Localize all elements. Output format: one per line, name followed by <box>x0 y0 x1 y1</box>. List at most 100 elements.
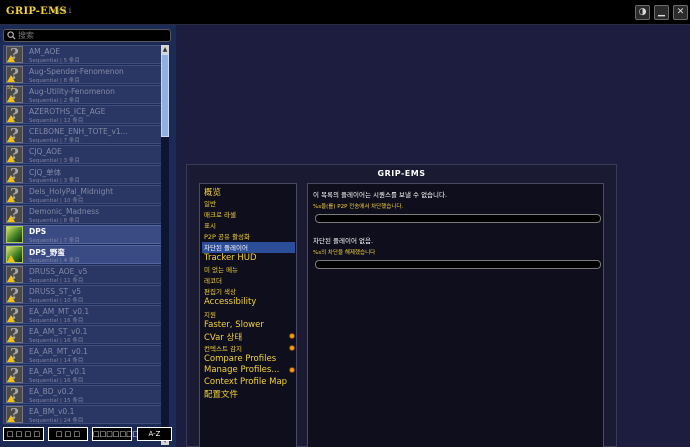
nav-item[interactable]: 미 었는 메뉴 <box>202 264 295 275</box>
nav-item[interactable]: 레코더 <box>202 275 295 286</box>
sequence-panel: AM_AOESequential | 5 条目Aug-Spender-Fenom… <box>0 25 176 447</box>
nav-item[interactable]: 概览 <box>202 186 295 198</box>
sequence-item[interactable]: Demonic_Madness Sequential | 8 条目 <box>3 205 163 224</box>
nav-item-label: 컨텍스트 감지 <box>204 344 242 353</box>
question-mark-icon <box>6 185 23 203</box>
sequence-name: EA_AR_ST_v0.1 <box>29 367 87 376</box>
blocked-status: 차단된 플레이어 없음. <box>313 237 374 245</box>
sequence-name: Demonic_Madness <box>29 207 100 216</box>
sequence-meta: Sequential | 12 条目 <box>29 118 84 124</box>
sequence-meta: Sequential | 15 条目 <box>29 398 84 404</box>
question-mark-icon <box>6 305 23 323</box>
sequence-meta: Sequential | 2 条目 <box>29 98 80 104</box>
bottom-button-1[interactable]: □ □ □ □ <box>3 427 44 441</box>
nav-item[interactable]: Context Profile Map <box>202 377 295 389</box>
minimize-icon: ▁ <box>658 7 665 17</box>
sequence-list[interactable]: AM_AOESequential | 5 条目Aug-Spender-Fenom… <box>3 45 163 445</box>
nav-item[interactable]: 편집기 색상 <box>202 286 295 297</box>
sequence-item[interactable]: CJQ_单体Sequential | 3 条目 <box>3 165 163 184</box>
nav-item[interactable]: 配置文件 <box>202 388 295 400</box>
nav-item[interactable]: 차단된 플레이어 <box>202 241 295 253</box>
nav-item[interactable]: 지원 <box>202 309 295 320</box>
nav-item[interactable]: 매크로 라셀 <box>202 209 295 220</box>
sequence-item[interactable]: EA_AR_ST_v0.1 Sequential | 16 条目 <box>3 365 163 384</box>
sequence-item[interactable]: CELBONE_ENH_TOTE_v1... Sequential | 7 条目 <box>3 125 163 144</box>
sequence-item[interactable]: Aug-Spender-Fenomenon Sequential | 8 条目 <box>3 65 163 84</box>
sequence-item[interactable]: 53 Aug-Utility-Fenomenon Sequential | 2 条目 <box>3 85 163 104</box>
sequence-meta: Sequential | 7 条目 <box>29 238 80 244</box>
sequence-meta: Sequential | 11 条目 <box>29 278 84 284</box>
nav-item[interactable]: Manage Profiles... <box>202 365 295 377</box>
nav-item-label: 配置文件 <box>204 390 239 400</box>
sequence-item[interactable]: AZEROTHS_ICE_AGE Sequential | 12 条目 <box>3 105 163 124</box>
sequence-item[interactable]: DPS_野蛮 Sequential | 4 条目 <box>3 245 163 264</box>
sequence-badge: 53 <box>7 85 14 91</box>
nav-item-label: Tracker HUD <box>204 252 257 263</box>
spell-icon <box>6 246 23 263</box>
nav-item-label: 편집기 색상 <box>204 288 236 296</box>
sequence-meta: Sequential | 10 条目 <box>29 298 84 304</box>
bottom-button-2[interactable]: □ □ □ <box>48 427 88 441</box>
sequence-item[interactable]: EA_BD_v0.2 Sequential | 15 条目 <box>3 385 163 404</box>
sequence-item[interactable]: EA_AM_MT_v0.1 Sequential | 16 条目 <box>3 305 163 324</box>
question-mark-icon <box>6 285 23 303</box>
question-mark-icon <box>6 325 23 343</box>
sequence-item[interactable]: CJQ_AOE Sequential | 3 条目 <box>3 145 163 164</box>
sequence-item[interactable]: DRUSS_ST_v5 Sequential | 10 条目 <box>3 285 163 304</box>
nav-item[interactable]: 일반 <box>202 198 295 209</box>
options-dialog: GRIP-EMS 概览 일반 매크로 라셀 표시 P2P 공유 활성화 차단된 플레이어 T… <box>186 164 617 447</box>
nav-item[interactable]: 표시 <box>202 220 295 231</box>
close-button[interactable]: ✕ <box>673 5 688 20</box>
search-input[interactable] <box>18 30 168 41</box>
question-mark-icon <box>6 125 23 143</box>
sequence-meta: Sequential | 16 条目 <box>29 378 84 384</box>
bottom-button-3[interactable]: □□□□□□□ <box>92 427 139 441</box>
search-icon <box>7 31 16 40</box>
scroll-up-icon[interactable]: ▲ <box>161 45 169 54</box>
nav-item[interactable]: P2P 공유 활성화 <box>202 231 295 242</box>
nav-item[interactable]: Tracker HUD <box>202 253 295 265</box>
sequence-item[interactable]: DPS Sequential | 7 条目 <box>3 225 163 244</box>
nav-item[interactable]: Compare Profiles <box>202 354 295 366</box>
block-player-input[interactable] <box>315 214 601 223</box>
sequence-meta: Sequential | 24 条目 <box>29 418 84 424</box>
sequence-item[interactable]: EA_AM_ST_v0.1 Sequential | 16 条目 <box>3 325 163 344</box>
nav-item[interactable]: Faster, Slower <box>202 320 295 332</box>
nav-item[interactable]: 컨텍스트 감지 <box>202 343 295 354</box>
sequence-name: AZEROTHS_ICE_AGE <box>29 107 106 116</box>
app-version: v2.0.1 <box>53 8 72 15</box>
question-mark-icon <box>6 265 23 283</box>
scroll-thumb[interactable] <box>161 54 169 137</box>
sequence-name: Dels_HolyPal_Midnight <box>29 187 114 196</box>
nav-item[interactable]: CVar 상태 <box>202 331 295 343</box>
sequence-meta: Sequential | 16 条目 <box>29 338 84 344</box>
question-mark-icon <box>6 405 23 423</box>
question-mark-icon <box>6 65 23 83</box>
close-icon: ✕ <box>676 7 685 17</box>
nav-item[interactable]: Accessibility <box>202 297 295 309</box>
question-mark-icon <box>6 105 23 123</box>
sequence-meta: Sequential | 10 条目 <box>29 198 84 204</box>
sequence-item[interactable]: EA_AR_MT_v0.1 Sequential | 14 条目 <box>3 345 163 364</box>
blocked-description: 이 목록의 플레이어는 시퀀스를 보낼 수 없습니다. <box>313 191 448 199</box>
nav-item-label: P2P 공유 활성화 <box>204 232 251 241</box>
snapshot-button[interactable]: ◑ <box>635 5 650 20</box>
alert-dot-icon <box>289 344 295 351</box>
nav-item-label: Manage Profiles... <box>204 365 280 375</box>
question-mark-icon <box>6 345 23 363</box>
sequence-item[interactable]: AM_AOE Sequential | 5 条目 <box>3 45 163 64</box>
unblock-player-input[interactable] <box>315 260 601 269</box>
sequence-name: AM_AOE <box>29 47 60 56</box>
sequence-scrollbar[interactable]: ▲ ▼ <box>161 45 169 445</box>
sequence-meta: Sequential | 14 条目 <box>29 358 84 364</box>
sequence-item[interactable]: EA_BM_v0.1 Sequential | 24 条目 <box>3 405 163 424</box>
sequence-name: EA_BD_v0.2 <box>29 387 74 396</box>
sort-az-button[interactable]: A-Z <box>137 427 172 441</box>
sequence-item[interactable]: DRUSS_AOE_v5 Sequential | 11 条目 <box>3 265 163 284</box>
nav-item-label: 일반 <box>204 199 216 208</box>
search-box[interactable] <box>3 29 171 42</box>
minimize-button[interactable]: ▁ <box>654 5 669 20</box>
sequence-meta: Sequential | 16 条目 <box>29 318 84 324</box>
nav-item-label: 概览 <box>204 188 222 198</box>
sequence-item[interactable]: Dels_HolyPal_Midnight Sequential | 10 条目 <box>3 185 163 204</box>
